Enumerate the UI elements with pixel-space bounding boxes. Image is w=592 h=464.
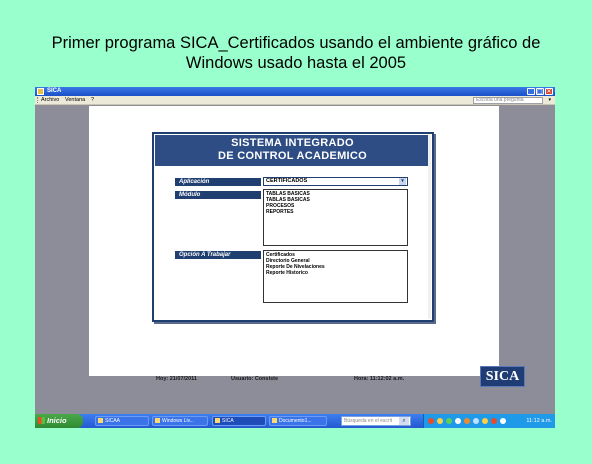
task-label: Documento1... — [279, 418, 312, 424]
sica-logo: SICA — [480, 366, 525, 387]
tray-icon[interactable] — [482, 418, 488, 424]
status-time: Hora: 11:12:02 a.m. — [354, 376, 405, 382]
task-label: SICA — [222, 418, 234, 424]
chevron-down-icon[interactable]: ▾ — [399, 178, 406, 185]
task-label: Windows Liv... — [162, 418, 194, 424]
minimize-button[interactable]: _ — [527, 88, 535, 95]
form-title-line-1: SISTEMA INTEGRADO — [231, 137, 354, 149]
search-icon[interactable]: ⌕ — [399, 417, 409, 425]
tray-icon[interactable] — [473, 418, 479, 424]
opcion-list[interactable]: Certificados Directorio General Reporte … — [263, 250, 408, 303]
help-question-input[interactable]: Escriba una pregunta — [473, 97, 543, 104]
tray-icon[interactable] — [446, 418, 452, 424]
app-icon — [215, 418, 220, 423]
close-button[interactable]: ✕ — [545, 88, 553, 95]
screenshot: SICA _ □ ✕ Archivo Ventana ? Escriba una… — [35, 87, 555, 428]
menu-bar: Archivo Ventana ? Escriba una pregunta ▾ — [35, 96, 555, 105]
start-button[interactable]: Inicio — [35, 414, 83, 428]
taskbar-item-documento1[interactable]: Documento1... — [269, 416, 327, 426]
maximize-button[interactable]: □ — [536, 88, 544, 95]
windows-logo-icon — [38, 417, 45, 424]
chevron-down-icon[interactable]: ▾ — [548, 97, 551, 104]
opcion-label: Opción A Trabajar — [175, 251, 261, 259]
aplicacion-label: Aplicación — [175, 178, 261, 186]
tray-icon[interactable] — [464, 418, 470, 424]
toolbar-grip — [37, 97, 38, 103]
list-item[interactable]: REPORTES — [266, 209, 405, 215]
list-item[interactable]: Reporte Historico — [266, 270, 405, 276]
taskbar-item-sica[interactable]: SICA — [212, 416, 266, 426]
tray-icon[interactable] — [500, 418, 506, 424]
slide-title-line-1: Primer programa SICA_Certificados usando… — [51, 34, 541, 52]
folder-icon — [98, 418, 103, 423]
form-title-line-2: DE CONTROL ACADEMICO — [218, 150, 367, 162]
status-date: Hoy: 21/07/2011 — [156, 376, 197, 382]
modulo-label: Módulo — [175, 191, 261, 199]
status-user: Usuario: Consiste — [231, 376, 279, 382]
tray-icon[interactable] — [428, 418, 434, 424]
form-header: SISTEMA INTEGRADO DE CONTROL ACADEMICO — [155, 135, 430, 166]
system-tray: 11:12 a.m. — [423, 414, 555, 428]
aplicacion-select[interactable]: CERTIFICADOS ▾ — [263, 177, 408, 186]
taskbar-clock[interactable]: 11:12 a.m. — [526, 414, 552, 428]
sica-main-form: SISTEMA INTEGRADO DE CONTROL ACADEMICO A… — [152, 132, 434, 322]
tray-icon[interactable] — [491, 418, 497, 424]
window-titlebar: SICA _ □ ✕ — [35, 87, 555, 96]
taskbar: Inicio SICAA Windows Liv... SICA Documen… — [35, 414, 555, 428]
slide-title-line-2: Windows usado hasta el 2005 — [185, 54, 407, 72]
tray-icon[interactable] — [455, 418, 461, 424]
scrollbar[interactable] — [428, 135, 431, 319]
window-title: SICA — [47, 88, 62, 94]
aplicacion-value: CERTIFICADOS — [266, 178, 308, 184]
tray-icon[interactable] — [437, 418, 443, 424]
start-label: Inicio — [47, 416, 67, 425]
slide-title: Primer programa SICA_Certificados usando… — [0, 33, 592, 73]
messenger-icon — [155, 418, 160, 423]
menu-ventana[interactable]: Ventana — [65, 96, 85, 105]
menu-archivo[interactable]: Archivo — [41, 96, 59, 105]
taskbar-item-sicaa[interactable]: SICAA — [95, 416, 149, 426]
menu-help[interactable]: ? — [91, 96, 94, 105]
app-icon — [37, 88, 44, 95]
task-label: SICAA — [105, 418, 121, 424]
modulo-list[interactable]: TABLAS BASICAS TABLAS BASICAS PROCESOS R… — [263, 189, 408, 246]
word-document-icon — [272, 418, 277, 423]
taskbar-item-windows-live[interactable]: Windows Liv... — [152, 416, 208, 426]
document-area: SISTEMA INTEGRADO DE CONTROL ACADEMICO A… — [89, 106, 525, 387]
